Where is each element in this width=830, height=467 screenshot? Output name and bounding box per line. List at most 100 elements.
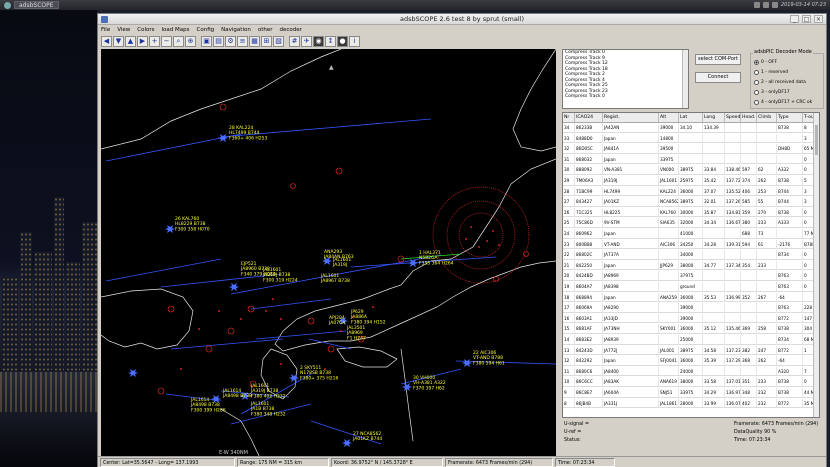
radar-map[interactable]: ▲ 28 KAL224 HL7499 B744 F360+ 406 H253 26 K… (101, 49, 556, 460)
aircraft-label[interactable]: JA886A (350, 314, 368, 320)
aircraft-label[interactable]: APJ204 (329, 315, 345, 321)
airport-icon[interactable]: ✈ (301, 36, 312, 47)
aircraft-label[interactable]: JA8498 B738 (190, 402, 220, 408)
zoom-search-icon[interactable]: ⌕ (173, 36, 184, 47)
aircraft-label[interactable]: JA8498 B738 (222, 393, 252, 399)
aircraft-label[interactable]: JA319J B738 (250, 388, 278, 394)
table-row[interactable]: 19 8604A7 JA8398 ground B763 0 (563, 282, 817, 292)
table-row[interactable]: 23 800B88 VT-AND AIC306 34250 34.28 139.31 594 6… (563, 239, 817, 250)
aircraft-label[interactable]: JAL1601 (250, 401, 269, 407)
aircraft-label[interactable]: N178SB B738 (300, 370, 331, 376)
table-row[interactable]: 25 75C86D 9V-STM SIA635 32000 34.34 136.67 380 2… (563, 218, 817, 228)
table-row[interactable]: 22 86802C JA737A 34000 B734 0 (563, 250, 817, 260)
column-header[interactable]: Lat (679, 113, 703, 122)
menu-other[interactable]: other (258, 27, 273, 33)
aircraft-label[interactable]: JA8969 (346, 330, 363, 336)
pan-down-icon[interactable]: ▼ (113, 36, 124, 47)
aircraft-label[interactable]: F1 H247 (347, 335, 366, 341)
table-row[interactable]: 21 842250 Japan JJP629 38000 34.77 137.34 354 23… (563, 260, 817, 271)
aircraft-label[interactable]: JAL1614 (190, 397, 209, 403)
aircraft-label[interactable]: JAL3501 (346, 325, 365, 331)
zoom-out-icon[interactable]: − (161, 36, 172, 47)
table-row[interactable]: 15 8681AF JA73NH SKY001 36000 35.12 135.46 369 2… (563, 324, 817, 334)
table-row[interactable]: 13 84243D JA772J JAL001 38975 34.58 137.23 382 2… (563, 345, 817, 356)
taskbar-clock[interactable]: 2019-03-14 07:23 (781, 2, 826, 8)
column-header[interactable]: Nr (563, 113, 575, 122)
aircraft-label[interactable]: JA01KZ B744 (352, 436, 382, 442)
radio-icon[interactable] (754, 100, 759, 105)
decoder-option-df17-crc[interactable]: 4 - onlyDF17 + CRC ok (754, 100, 812, 105)
table-row[interactable]: 33 8488D0 Japan 14800 3 (563, 133, 817, 144)
aircraft-label[interactable]: JP629 (350, 309, 364, 315)
select-com-port-button[interactable]: select COM-Port (695, 54, 741, 65)
scrollbar-thumb[interactable] (815, 125, 818, 155)
print-icon[interactable]: ▤ (213, 36, 224, 47)
aircraft-label[interactable]: F380 348 H232 (251, 411, 286, 417)
taskbar-app-button[interactable]: adsbSCOPE (14, 1, 59, 9)
aircraft-label[interactable]: JA319J (332, 262, 347, 268)
menu-config[interactable]: Config (197, 27, 215, 33)
aircraft-label[interactable]: F380 594 H61 (473, 360, 505, 366)
aircraft-label[interactable]: JAL1601 (262, 267, 281, 273)
aircraft-label[interactable]: EJP521 (241, 261, 257, 267)
aircraft-label[interactable]: HL8229 B738 (175, 221, 206, 227)
aircraft-label[interactable]: F360+ 406 H253 (229, 135, 268, 141)
column-header[interactable]: Climb (757, 113, 777, 122)
aircraft-label[interactable]: 27 NCA8562 (353, 431, 381, 437)
label-icon[interactable]: ▧ (273, 36, 284, 47)
night-mode-icon[interactable]: ● (337, 36, 348, 47)
aircraft-label[interactable]: F300 319 H224 (263, 277, 298, 283)
aircraft-label[interactable]: N582GA (419, 255, 438, 261)
table-row[interactable]: 9 86C8E7 JA604A SNJ51 33975 34.29 136.97 348 232… (563, 388, 817, 398)
aircraft-label[interactable]: 28 KAL224 (229, 125, 253, 131)
decoder-option-all-data[interactable]: 2 - all received data (754, 80, 806, 85)
column-header[interactable]: Alt (659, 113, 679, 122)
aircraft-label[interactable]: F300 358 H070 (175, 226, 210, 232)
start-menu-icon[interactable] (4, 1, 11, 9)
table-row[interactable]: 24 860962 Japan 41000 688 73 77 M (563, 229, 817, 239)
map-layer-icon[interactable]: ▦ (249, 36, 260, 47)
aircraft-label[interactable]: 30 VH000 (413, 375, 435, 381)
info-icon[interactable]: i (349, 36, 360, 47)
menu-file[interactable]: File (101, 27, 110, 33)
aircraft-label[interactable]: JA1B B738 (250, 406, 275, 412)
aircraft-label[interactable]: 26 KAL760 (175, 216, 199, 222)
aircraft-label[interactable]: 2 SKY511 (300, 365, 321, 371)
table-row[interactable]: 31 868032 Japan 33975 0 (563, 154, 817, 165)
table-row[interactable]: 8 86JB4B JA331J JAL1861 28000 33.99 136.07 402 2… (563, 398, 817, 409)
aircraft-label[interactable]: JAL1601 (320, 273, 339, 279)
table-row[interactable]: 14 8683E2 JA8939 25000 B734 68 M (563, 335, 817, 345)
radio-icon[interactable] (754, 90, 759, 95)
decoder-option-df17[interactable]: 3 - onlyDF17 (754, 90, 790, 95)
aircraft-label[interactable]: F380+ 375 H216 (300, 375, 339, 381)
aircraft-label[interactable]: JAL1601 (332, 257, 351, 263)
track-list-scrollbar[interactable] (682, 50, 688, 108)
grid-icon[interactable]: # (289, 36, 300, 47)
aircraft-label[interactable]: JA07CA (328, 320, 346, 326)
menu-colors[interactable]: Colors (137, 27, 154, 33)
aircraft-label[interactable]: F370 397 H62 (413, 385, 445, 391)
close-button[interactable]: × (814, 15, 823, 23)
filter-icon[interactable]: ≡ (237, 36, 248, 47)
aircraft-label[interactable]: 1 HAL371 (419, 250, 441, 256)
network-icon[interactable] (753, 2, 760, 8)
window-titlebar[interactable]: adsbSCOPE 2.6 test 8 by sprut (small) _ … (98, 14, 826, 25)
decoder-option-off[interactable]: 0 - OFF (754, 60, 777, 65)
aircraft-label[interactable]: F380 402 H232 (251, 393, 286, 399)
save-icon[interactable]: ▣ (201, 36, 212, 47)
table-row[interactable]: 30 888092 VN-A381 VN000 38975 33.84 138.46 597 6… (563, 165, 817, 175)
radio-icon[interactable] (754, 80, 759, 85)
pan-up-icon[interactable]: ▲ (125, 36, 136, 47)
menu-load-maps[interactable]: load Maps (162, 27, 190, 33)
column-header[interactable]: Long (703, 113, 725, 122)
aircraft-label[interactable]: JAL1601 (250, 383, 269, 389)
compress-track-list[interactable]: Compress Track 0 Compress Track 9 Compre… (562, 49, 689, 109)
aircraft-label[interactable]: JA319J B738 (262, 272, 290, 278)
column-header[interactable]: Head. (741, 113, 757, 122)
column-header[interactable]: ICAO24 (575, 113, 603, 122)
radar-icon[interactable]: ◉ (313, 36, 324, 47)
aircraft-label[interactable]: JA8967 B738 (320, 278, 350, 284)
settings-icon[interactable]: ⚙ (225, 36, 236, 47)
aircraft-label[interactable]: F300 399 H286 (191, 407, 226, 413)
table-row[interactable]: 10 86C6CC JA83AK ANA619 38000 33.58 137.01 351 2… (563, 377, 817, 387)
